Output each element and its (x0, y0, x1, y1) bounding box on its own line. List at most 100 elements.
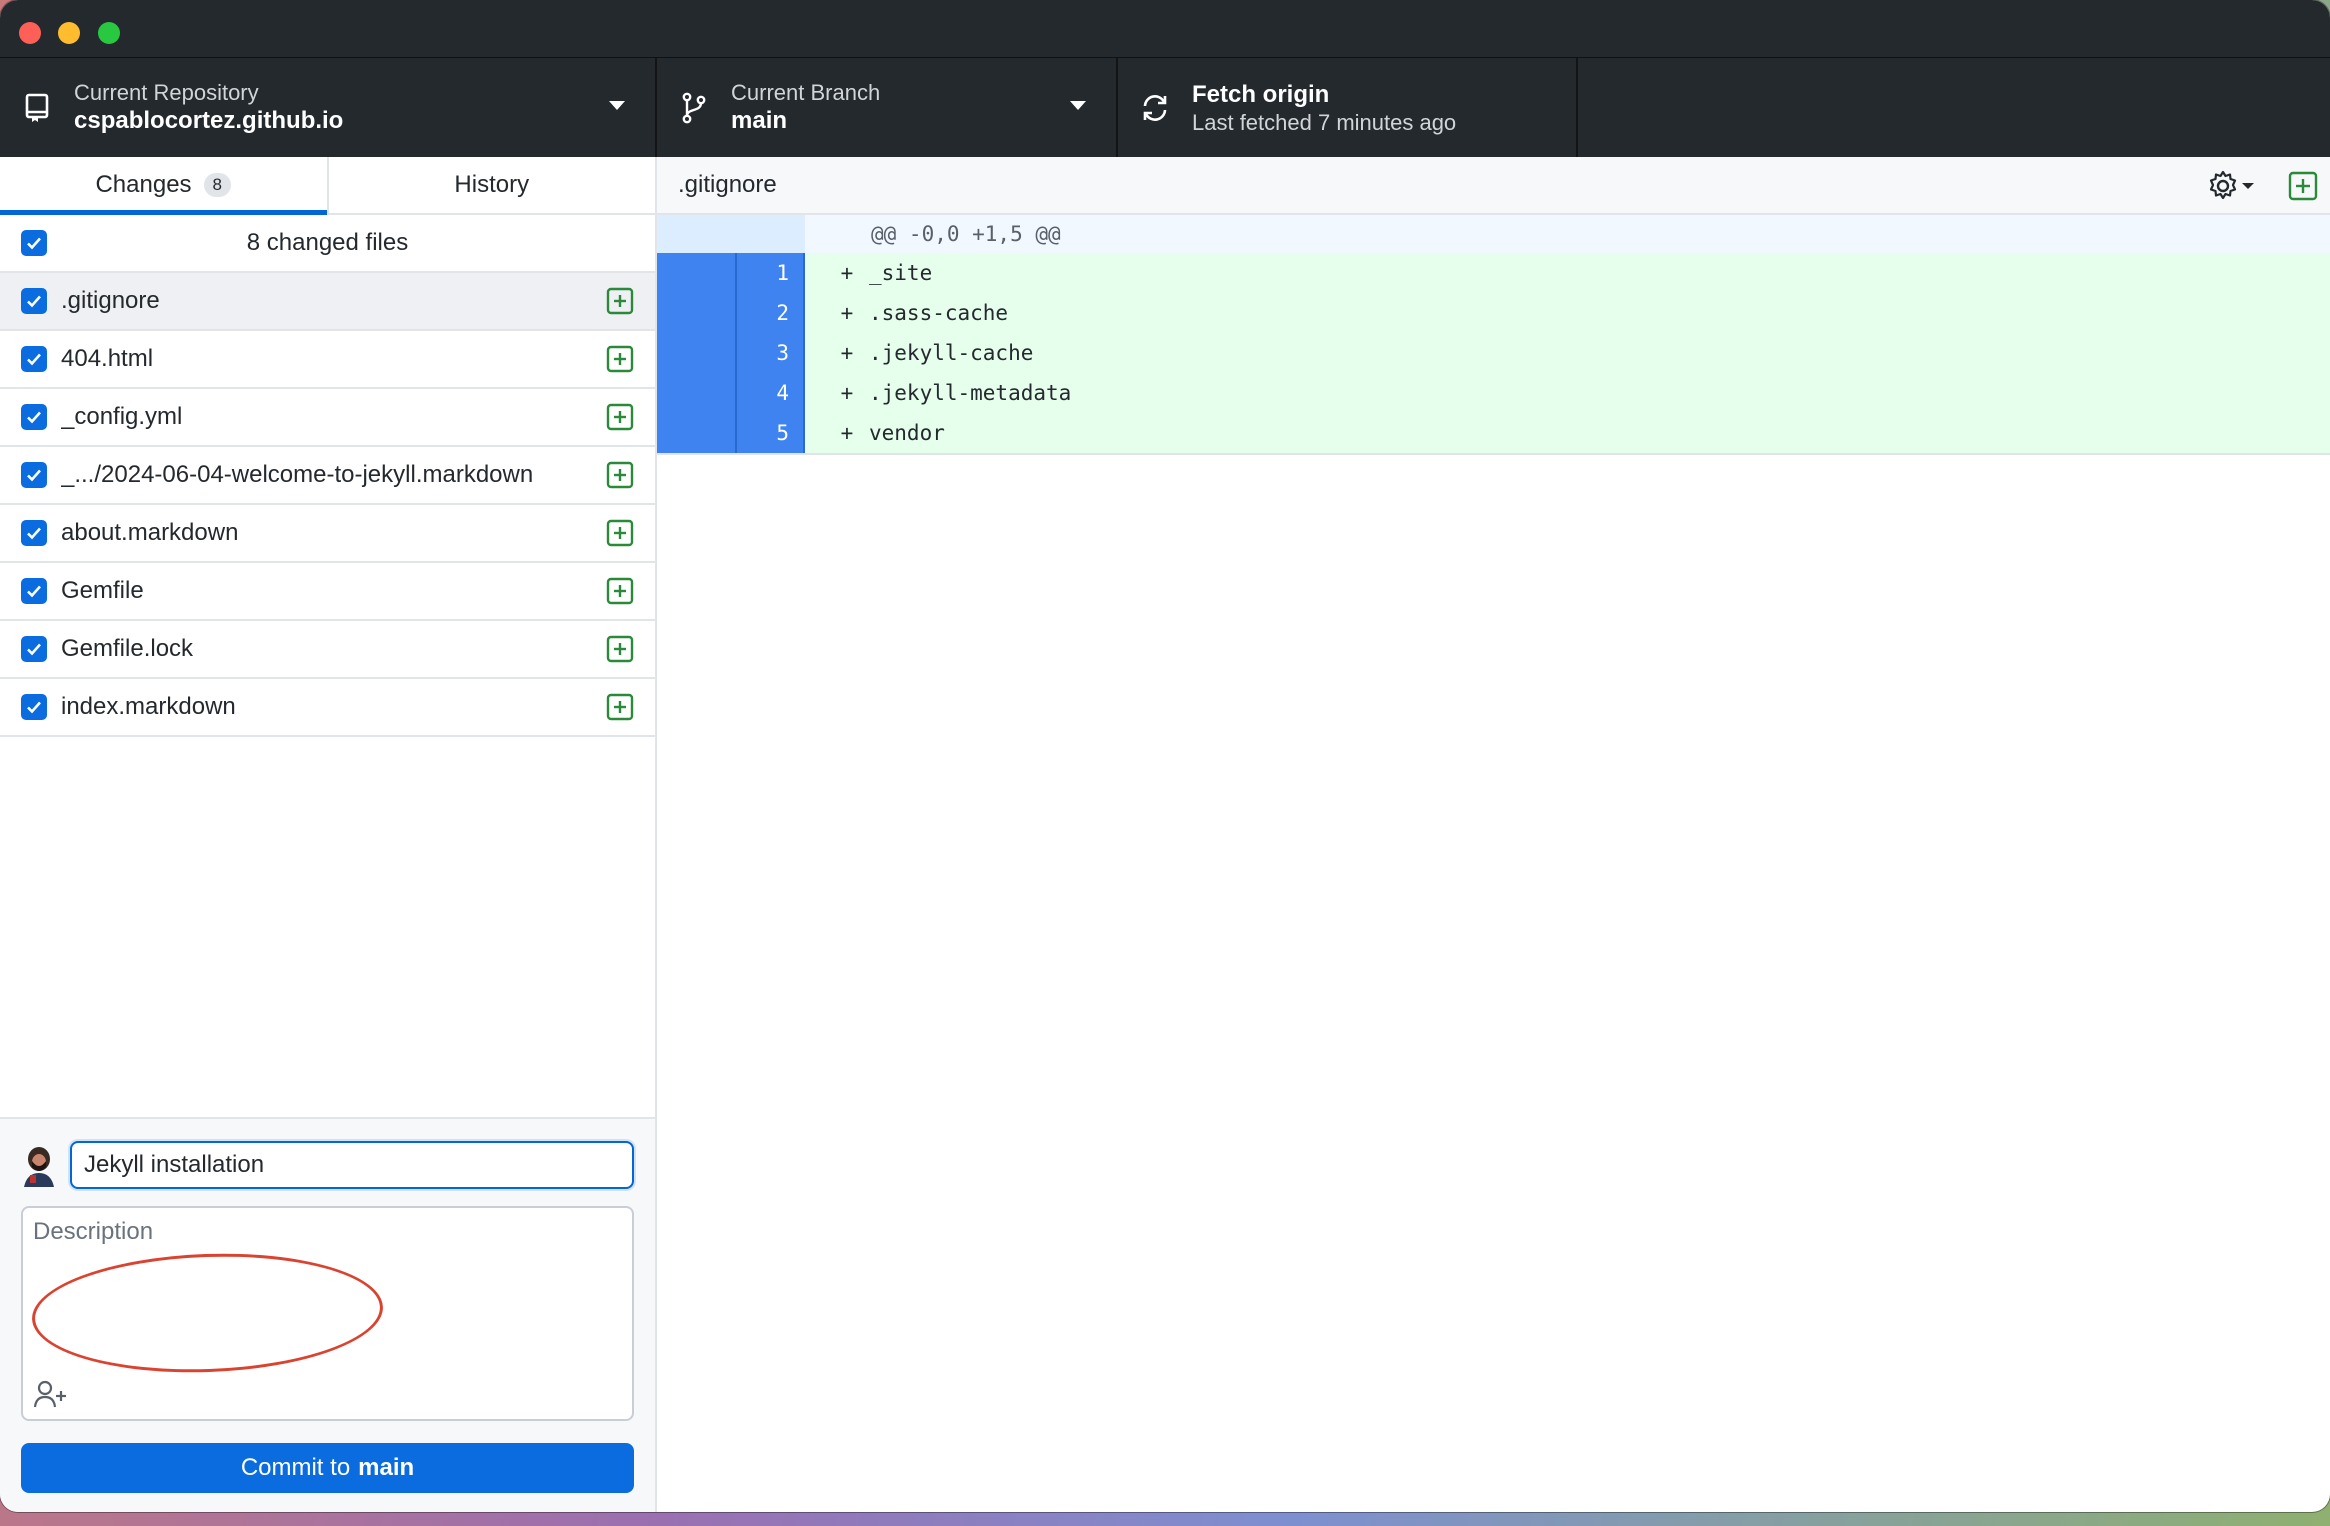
line-sign: + (840, 261, 854, 285)
zoom-window-button[interactable] (98, 22, 120, 44)
changes-count-badge: 8 (203, 173, 232, 197)
last-fetched-text: Last fetched 7 minutes ago (1192, 109, 1457, 135)
file-row[interactable]: Gemfile.lock (0, 621, 655, 679)
commit-button-branch: main (358, 1454, 415, 1481)
fetch-text: Fetch origin Last fetched 7 minutes ago (1192, 80, 1456, 136)
commit-button[interactable]: Commit to main (21, 1443, 634, 1493)
minimize-window-button[interactable] (58, 22, 80, 44)
checkmark-icon (27, 295, 41, 308)
checkmark-icon (27, 701, 41, 714)
file-row[interactable]: about.markdown (0, 505, 655, 563)
diff-line[interactable]: 4 + .jekyll-metadata (657, 373, 2330, 413)
file-name: .gitignore (61, 287, 160, 314)
chevron-down-icon (609, 101, 625, 110)
repo-icon (22, 93, 52, 123)
diff-file-path: .gitignore (678, 171, 777, 198)
close-window-button[interactable] (19, 22, 41, 44)
file-added-icon (606, 461, 634, 489)
diff-options-button[interactable] (2206, 169, 2262, 203)
hunk-text: @@ -0,0 +1,5 @@ (871, 222, 1061, 246)
file-checkbox[interactable] (21, 462, 47, 488)
line-number[interactable]: 3 (735, 333, 805, 373)
tab-changes-label: Changes (95, 171, 192, 198)
file-name: about.markdown (61, 519, 239, 546)
file-checkbox[interactable] (21, 636, 47, 662)
line-number[interactable]: 2 (735, 293, 805, 333)
file-added-icon (606, 287, 634, 315)
file-name: index.markdown (61, 693, 236, 720)
line-number[interactable]: 4 (735, 373, 805, 413)
diff-hunk-header: @@ -0,0 +1,5 @@ (657, 215, 2330, 253)
line-sign: + (840, 341, 854, 365)
diff-line[interactable]: 3 + .jekyll-cache (657, 333, 2330, 373)
commit-summary-input[interactable] (70, 1141, 634, 1189)
file-name: _config.yml (61, 403, 183, 430)
file-added-icon (606, 403, 634, 431)
checkmark-icon (27, 469, 41, 482)
file-row[interactable]: .gitignore (0, 273, 655, 331)
fetch-origin-button[interactable]: Fetch origin Last fetched 7 minutes ago (1118, 58, 1578, 157)
branch-name: main (731, 106, 788, 134)
file-checkbox[interactable] (21, 288, 47, 314)
line-number[interactable]: 1 (735, 253, 805, 293)
line-gutter-old[interactable] (657, 293, 735, 333)
file-name: 404.html (61, 345, 154, 372)
line-number[interactable]: 5 (735, 413, 805, 453)
checkmark-icon (27, 585, 41, 598)
line-gutter-old[interactable] (657, 253, 735, 293)
title-bar (0, 0, 2330, 58)
file-row[interactable]: 404.html (0, 331, 655, 389)
commit-description-box (21, 1206, 634, 1421)
tab-history[interactable]: History (326, 157, 656, 213)
line-sign: + (840, 421, 854, 445)
diff-line[interactable]: 1 + _site (657, 253, 2330, 293)
repo-label: Current Repository (74, 79, 259, 105)
file-added-icon (2288, 171, 2318, 201)
file-name: Gemfile.lock (61, 635, 194, 662)
repo-text: Current Repository cspablocortez.github.… (74, 80, 343, 136)
line-code: vendor (869, 421, 945, 445)
commit-description-input[interactable] (23, 1208, 632, 1368)
line-code: .jekyll-cache (869, 341, 1034, 365)
add-coauthor-icon[interactable] (33, 1379, 69, 1409)
checkmark-icon (27, 237, 41, 250)
changed-files-count: 8 changed files (246, 229, 409, 256)
file-name: _.../2024-06-04-welcome-to-jekyll.markdo… (61, 461, 534, 488)
line-sign: + (840, 381, 854, 405)
main-content: Changes 8 History 8 changed files .gitig… (0, 157, 2330, 1512)
sync-icon (1140, 93, 1170, 123)
sidebar: Changes 8 History 8 changed files .gitig… (0, 157, 657, 1512)
file-list: .gitignore 404.html _config.yml _.../202… (0, 273, 655, 737)
chevron-down-icon (1070, 101, 1086, 110)
hunk-gutter-new (735, 215, 805, 253)
file-checkbox[interactable] (21, 404, 47, 430)
line-sign: + (840, 301, 854, 325)
current-repository-button[interactable]: Current Repository cspablocortez.github.… (0, 58, 657, 157)
line-gutter-old[interactable] (657, 373, 735, 413)
file-row[interactable]: _.../2024-06-04-welcome-to-jekyll.markdo… (0, 447, 655, 505)
commit-panel: Commit to main (0, 1117, 655, 1512)
tab-changes[interactable]: Changes 8 (0, 157, 327, 215)
diff-panel: .gitignore @@ -0,0 +1,5 @@ 1 + _site 2 +… (657, 157, 2330, 1512)
file-row[interactable]: Gemfile (0, 563, 655, 621)
line-gutter-old[interactable] (657, 333, 735, 373)
branch-icon (679, 92, 709, 123)
file-checkbox[interactable] (21, 578, 47, 604)
line-code: .jekyll-metadata (869, 381, 1072, 405)
changed-files-header: 8 changed files (0, 215, 655, 273)
diff-line[interactable]: 5 + vendor (657, 413, 2330, 455)
file-row[interactable]: _config.yml (0, 389, 655, 447)
file-checkbox[interactable] (21, 520, 47, 546)
diff-line[interactable]: 2 + .sass-cache (657, 293, 2330, 333)
fetch-label: Fetch origin (1192, 80, 1330, 108)
current-branch-button[interactable]: Current Branch main (657, 58, 1118, 157)
file-list-empty-area (0, 737, 655, 1117)
tab-history-label: History (454, 171, 530, 198)
file-name: Gemfile (61, 577, 144, 604)
select-all-checkbox[interactable] (21, 230, 47, 256)
branch-label: Current Branch (731, 79, 881, 105)
file-row[interactable]: index.markdown (0, 679, 655, 737)
file-checkbox[interactable] (21, 694, 47, 720)
line-gutter-old[interactable] (657, 413, 735, 453)
file-checkbox[interactable] (21, 346, 47, 372)
